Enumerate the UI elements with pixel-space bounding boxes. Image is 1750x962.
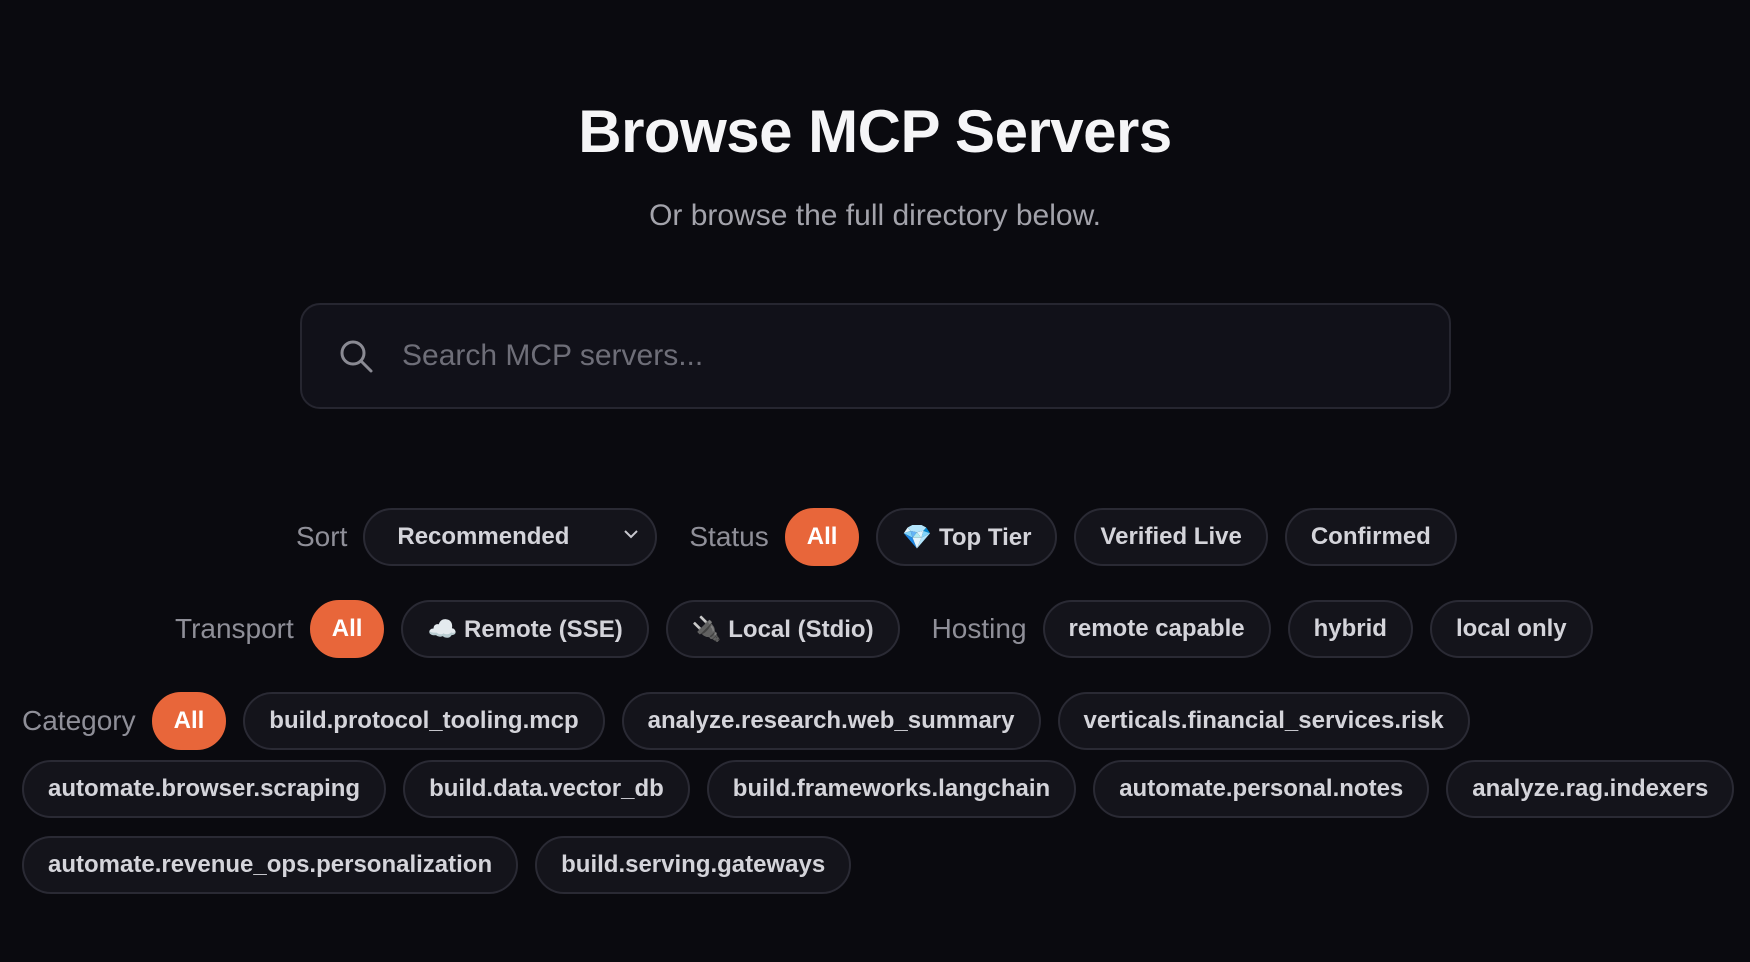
chevron-down-icon [621, 523, 641, 551]
search-icon [336, 336, 376, 376]
sort-select[interactable]: Recommended [363, 508, 658, 566]
transport-filter-all[interactable]: All [309, 600, 385, 658]
hosting-label: Hosting [931, 613, 1027, 644]
status-filter-all[interactable]: All [784, 508, 860, 566]
page-subtitle: Or browse the full directory below. [649, 199, 1101, 232]
transport-label: Transport [175, 613, 294, 644]
category-filter-verticals-financial-services-risk[interactable]: verticals.financial_services.risk [1057, 692, 1470, 750]
sort-status-row: Sort Recommended Status All 💎 Top Tier V… [296, 507, 1474, 567]
category-filter-build-protocol-tooling-mcp[interactable]: build.protocol_tooling.mcp [243, 692, 605, 750]
search-box[interactable] [300, 303, 1451, 409]
transport-filter-remote-sse[interactable]: ☁️ Remote (SSE) [401, 600, 649, 658]
sort-selected-value: Recommended [397, 523, 570, 550]
hosting-filter-hybrid[interactable]: hybrid [1287, 600, 1413, 658]
category-filter-automate-personal-notes[interactable]: automate.personal.notes [1093, 760, 1430, 818]
category-filters: Category All build.protocol_tooling.mcp … [22, 691, 1735, 911]
transport-hosting-row: Transport All ☁️ Remote (SSE) 🔌 Local (S… [175, 599, 1610, 659]
search-input[interactable] [400, 325, 1449, 387]
hosting-filter-local-only[interactable]: local only [1429, 600, 1593, 658]
category-filter-analyze-research-web-summary[interactable]: analyze.research.web_summary [621, 692, 1041, 750]
status-label: Status [689, 521, 769, 552]
category-filter-automate-browser-scraping[interactable]: automate.browser.scraping [22, 760, 387, 818]
status-filter-confirmed[interactable]: Confirmed [1284, 508, 1457, 566]
category-row-3: automate.revenue_ops.personalization bui… [22, 835, 1722, 895]
category-filter-automate-revenue-ops-personalization[interactable]: automate.revenue_ops.personalization [22, 836, 519, 894]
page-title: Browse MCP Servers [578, 98, 1172, 165]
status-filter-verified-live[interactable]: Verified Live [1074, 508, 1268, 566]
hosting-filter-remote-capable[interactable]: remote capable [1042, 600, 1271, 658]
category-row-2: automate.browser.scraping build.data.vec… [22, 759, 1735, 819]
category-filter-build-serving-gateways[interactable]: build.serving.gateways [535, 836, 852, 894]
category-filter-all[interactable]: All [151, 692, 227, 750]
page: Browse MCP Servers Or browse the full di… [0, 0, 1750, 962]
category-filter-build-data-vector-db[interactable]: build.data.vector_db [403, 760, 690, 818]
category-filter-build-frameworks-langchain[interactable]: build.frameworks.langchain [706, 760, 1077, 818]
transport-filter-local-stdio[interactable]: 🔌 Local (Stdio) [665, 600, 900, 658]
category-label: Category [22, 705, 136, 736]
category-row-1: Category All build.protocol_tooling.mcp … [22, 691, 1722, 751]
sort-label: Sort [296, 521, 348, 552]
category-filter-analyze-rag-indexers[interactable]: analyze.rag.indexers [1446, 760, 1735, 818]
status-filter-top-tier[interactable]: 💎 Top Tier [876, 508, 1058, 566]
